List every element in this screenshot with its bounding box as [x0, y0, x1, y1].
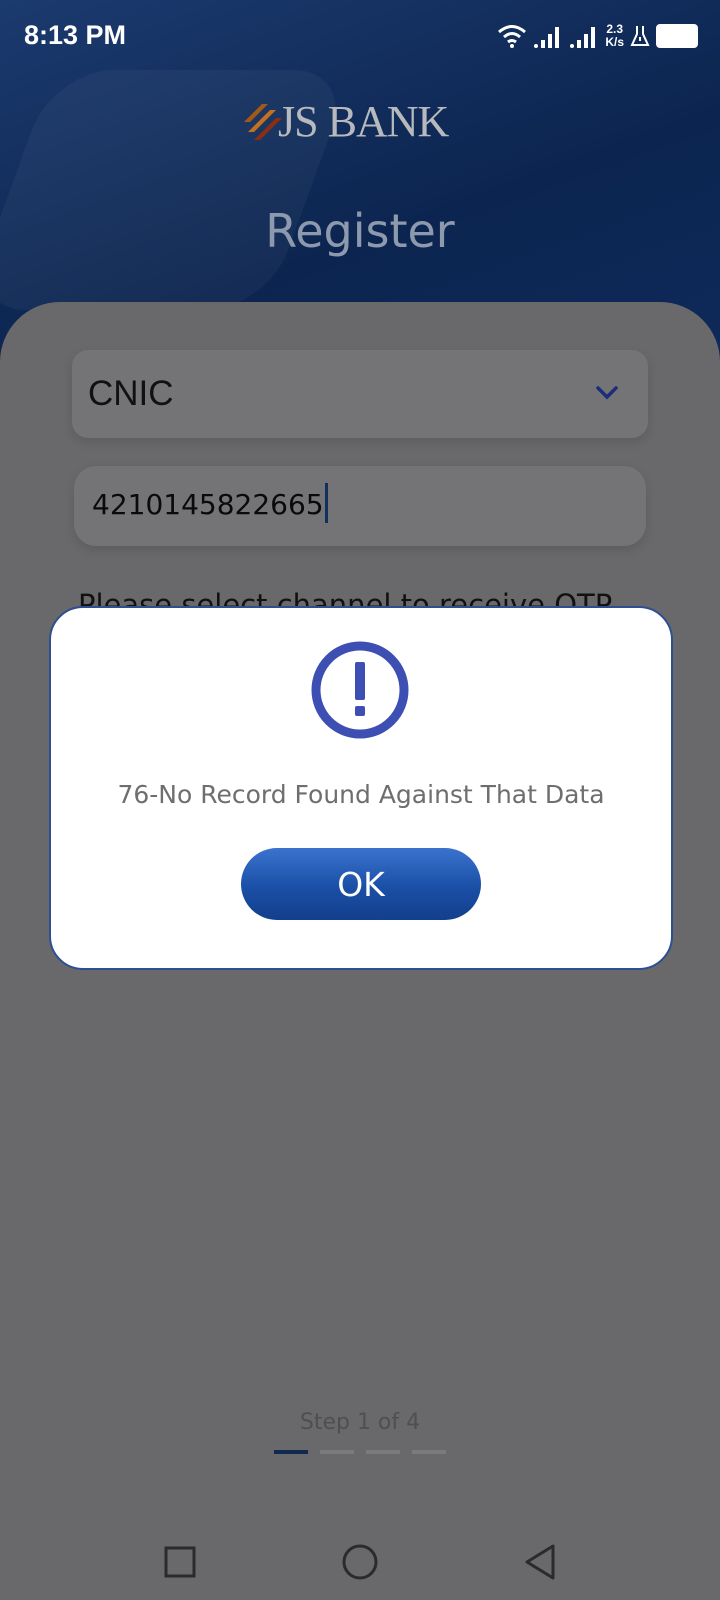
step-indicator-label: Step 1 of 4	[299, 1410, 421, 1435]
chevron-down-icon	[596, 386, 618, 400]
signal-icon	[570, 27, 596, 48]
battery-icon: 38	[656, 24, 698, 48]
home-button[interactable]	[330, 1532, 390, 1592]
step-dot	[412, 1450, 446, 1454]
back-button[interactable]	[510, 1532, 570, 1592]
page-title: Register	[265, 204, 455, 258]
net-speed-unit: K/s	[605, 35, 624, 49]
id-type-value: CNIC	[88, 374, 174, 413]
status-bar: 8:13 PM 2.3 K/s 38	[0, 0, 720, 72]
step-dot-active	[274, 1450, 308, 1454]
lab-icon	[630, 26, 650, 46]
ok-button[interactable]: OK	[241, 848, 481, 920]
js-bank-logo: JS BANK	[240, 96, 500, 146]
recent-apps-button[interactable]	[150, 1532, 210, 1592]
error-message: 76-No Record Found Against That Data	[117, 780, 605, 809]
back-triangle-icon	[525, 1544, 555, 1580]
circle-icon	[342, 1544, 378, 1580]
id-type-select[interactable]: CNIC	[72, 350, 648, 438]
step-dot	[366, 1450, 400, 1454]
id-number-input[interactable]: 4210145822665	[74, 466, 646, 546]
text-caret	[324, 483, 328, 523]
battery-level: 38	[668, 27, 686, 45]
step-progress-dots	[274, 1450, 446, 1454]
logo-text: JS BANK	[278, 96, 449, 146]
signal-icon	[534, 27, 560, 48]
id-number-text: 4210145822665	[92, 488, 324, 521]
error-dialog: 76-No Record Found Against That Data OK	[49, 606, 673, 970]
square-icon	[164, 1546, 196, 1578]
system-nav-bar	[0, 1520, 720, 1600]
net-speed: 2.3 K/s	[605, 23, 624, 49]
status-icons: 2.3 K/s 38	[497, 18, 698, 54]
status-time: 8:13 PM	[24, 20, 127, 50]
alert-icon	[311, 641, 409, 739]
id-number-value: 4210145822665	[92, 483, 328, 523]
wifi-icon	[498, 25, 527, 48]
step-dot	[320, 1450, 354, 1454]
